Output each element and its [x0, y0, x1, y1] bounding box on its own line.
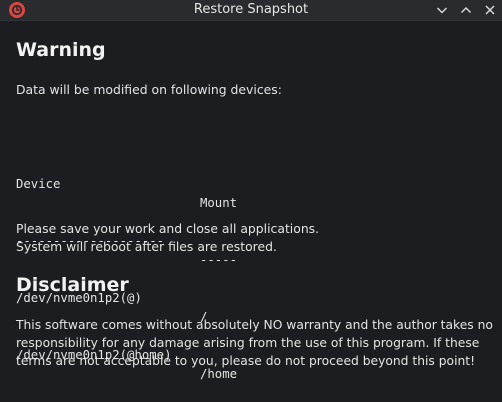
- dialog-content: Warning Data will be modified on followi…: [0, 21, 502, 402]
- table-header-row: Device Mount: [16, 156, 237, 210]
- notice-save-work: Please save your work and close all appl…: [16, 221, 320, 236]
- maximize-button[interactable]: [458, 2, 474, 18]
- window-title: Restore Snapshot: [193, 2, 309, 17]
- minimize-button[interactable]: [434, 2, 450, 18]
- notice-reboot: System will reboot after files are resto…: [16, 239, 277, 254]
- column-header-mount: Mount: [200, 196, 238, 210]
- warning-intro: Data will be modified on following devic…: [16, 82, 282, 97]
- warning-heading: Warning: [16, 39, 106, 61]
- restore-snapshot-window: Restore Snapshot Warning Data will be mo…: [0, 0, 502, 402]
- chevron-up-icon: [461, 7, 471, 13]
- title-bar[interactable]: Restore Snapshot: [0, 0, 502, 21]
- close-icon: [485, 5, 495, 15]
- disclaimer-heading: Disclaimer: [16, 274, 129, 296]
- close-button[interactable]: [482, 2, 498, 18]
- chevron-down-icon: [437, 7, 447, 14]
- disclaimer-text: This software comes without absolutely N…: [16, 318, 493, 368]
- column-header-device: Device: [16, 177, 61, 191]
